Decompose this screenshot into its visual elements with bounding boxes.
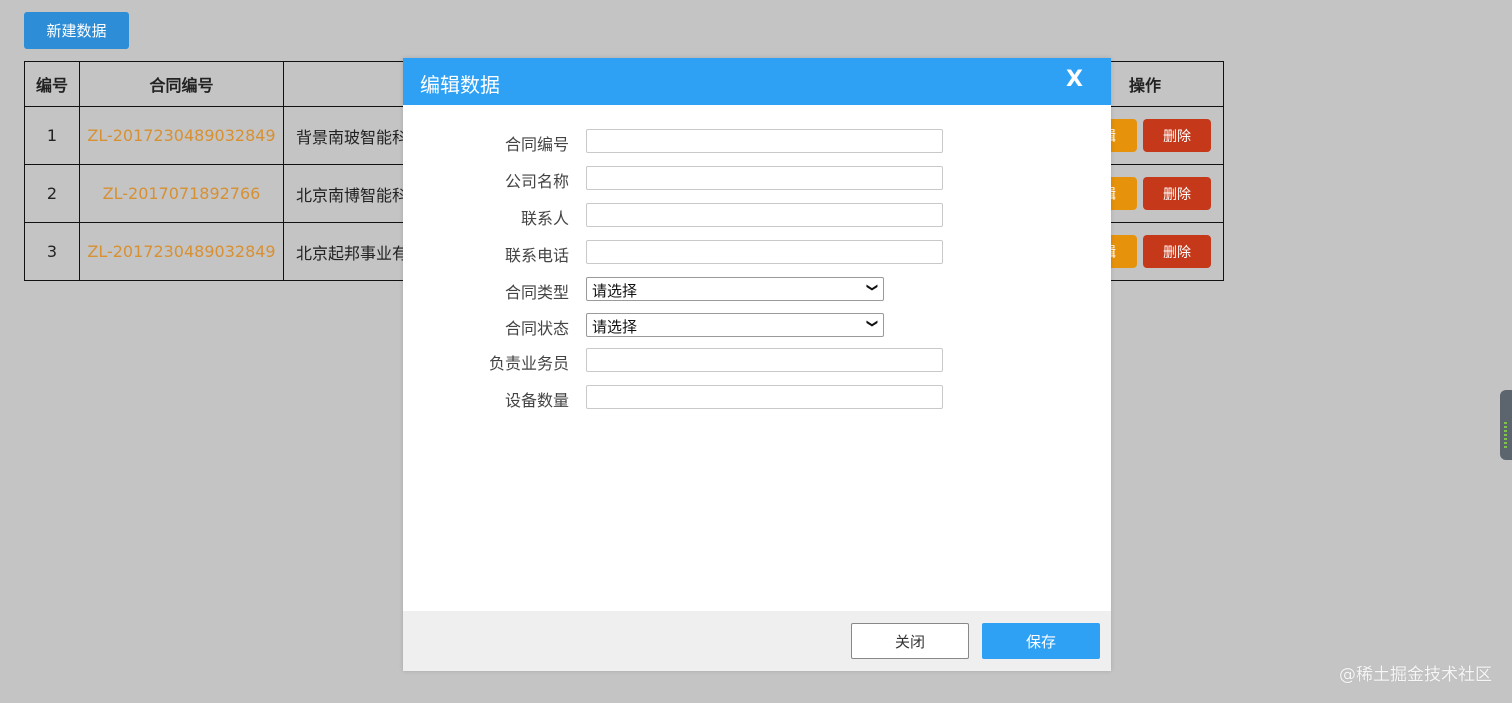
- contract-status-value: 请选择: [592, 318, 638, 336]
- label-contract-type: 合同类型: [504, 283, 569, 302]
- delete-button[interactable]: 删除: [1143, 235, 1211, 268]
- form-row-salesperson: 负责业务员: [403, 348, 1111, 374]
- form-row-phone: 联系电话: [403, 240, 1111, 266]
- new-data-button[interactable]: 新建数据: [24, 12, 129, 49]
- chevron-down-icon: ❯: [865, 282, 879, 293]
- cell-id: 3: [23, 222, 81, 281]
- delete-button[interactable]: 删除: [1143, 177, 1211, 210]
- label-contract-status: 合同状态: [504, 319, 569, 338]
- cell-contract-link[interactable]: ZL-2017230489032849: [79, 106, 284, 165]
- form-row-contract-no: 合同编号: [403, 129, 1111, 155]
- side-scroll-handle[interactable]: [1500, 390, 1512, 460]
- form-row-device-count: 设备数量: [403, 385, 1111, 411]
- form-row-contract-type: 合同类型 请选择 ❯: [403, 277, 1111, 303]
- salesperson-input[interactable]: [586, 348, 943, 372]
- phone-input[interactable]: [586, 240, 943, 264]
- form-row-company-name: 公司名称: [403, 166, 1111, 192]
- delete-button[interactable]: 删除: [1143, 119, 1211, 152]
- cell-id: 1: [23, 106, 81, 165]
- dialog-title: 编辑数据: [420, 73, 500, 97]
- contract-status-select[interactable]: 请选择 ❯: [586, 313, 884, 337]
- chevron-down-icon: ❯: [865, 318, 879, 329]
- cell-id: 2: [23, 164, 81, 223]
- label-device-count: 设备数量: [504, 391, 569, 410]
- contact-input[interactable]: [586, 203, 943, 227]
- label-contract-no: 合同编号: [504, 135, 569, 154]
- form-row-contract-status: 合同状态 请选择 ❯: [403, 313, 1111, 339]
- label-salesperson: 负责业务员: [488, 354, 569, 373]
- watermark: @稀土掘金技术社区: [1339, 665, 1492, 685]
- contract-type-select[interactable]: 请选择 ❯: [586, 277, 884, 301]
- cell-contract-link[interactable]: ZL-2017230489032849: [79, 222, 284, 281]
- label-contact: 联系人: [520, 209, 569, 228]
- label-phone: 联系电话: [504, 246, 569, 265]
- dialog-header: 编辑数据 X: [403, 58, 1111, 105]
- save-button[interactable]: 保存: [982, 623, 1100, 659]
- contract-type-value: 请选择: [592, 282, 638, 300]
- edit-data-dialog: 编辑数据 X 合同编号 公司名称 联系人 联系电话 合同类型 请选择 ❯ 合同状…: [403, 58, 1111, 671]
- column-header-id: 编号: [23, 61, 81, 107]
- dialog-footer: 关闭 保存: [403, 611, 1111, 671]
- close-button[interactable]: 关闭: [851, 623, 969, 659]
- label-company-name: 公司名称: [504, 172, 569, 191]
- device-count-input[interactable]: [586, 385, 943, 409]
- cell-contract-link[interactable]: ZL-2017071892766: [79, 164, 284, 223]
- close-icon[interactable]: X: [1066, 67, 1083, 92]
- company-name-input[interactable]: [586, 166, 943, 190]
- form-row-contact: 联系人: [403, 203, 1111, 229]
- contract-no-input[interactable]: [586, 129, 943, 153]
- column-header-contract: 合同编号: [79, 61, 284, 107]
